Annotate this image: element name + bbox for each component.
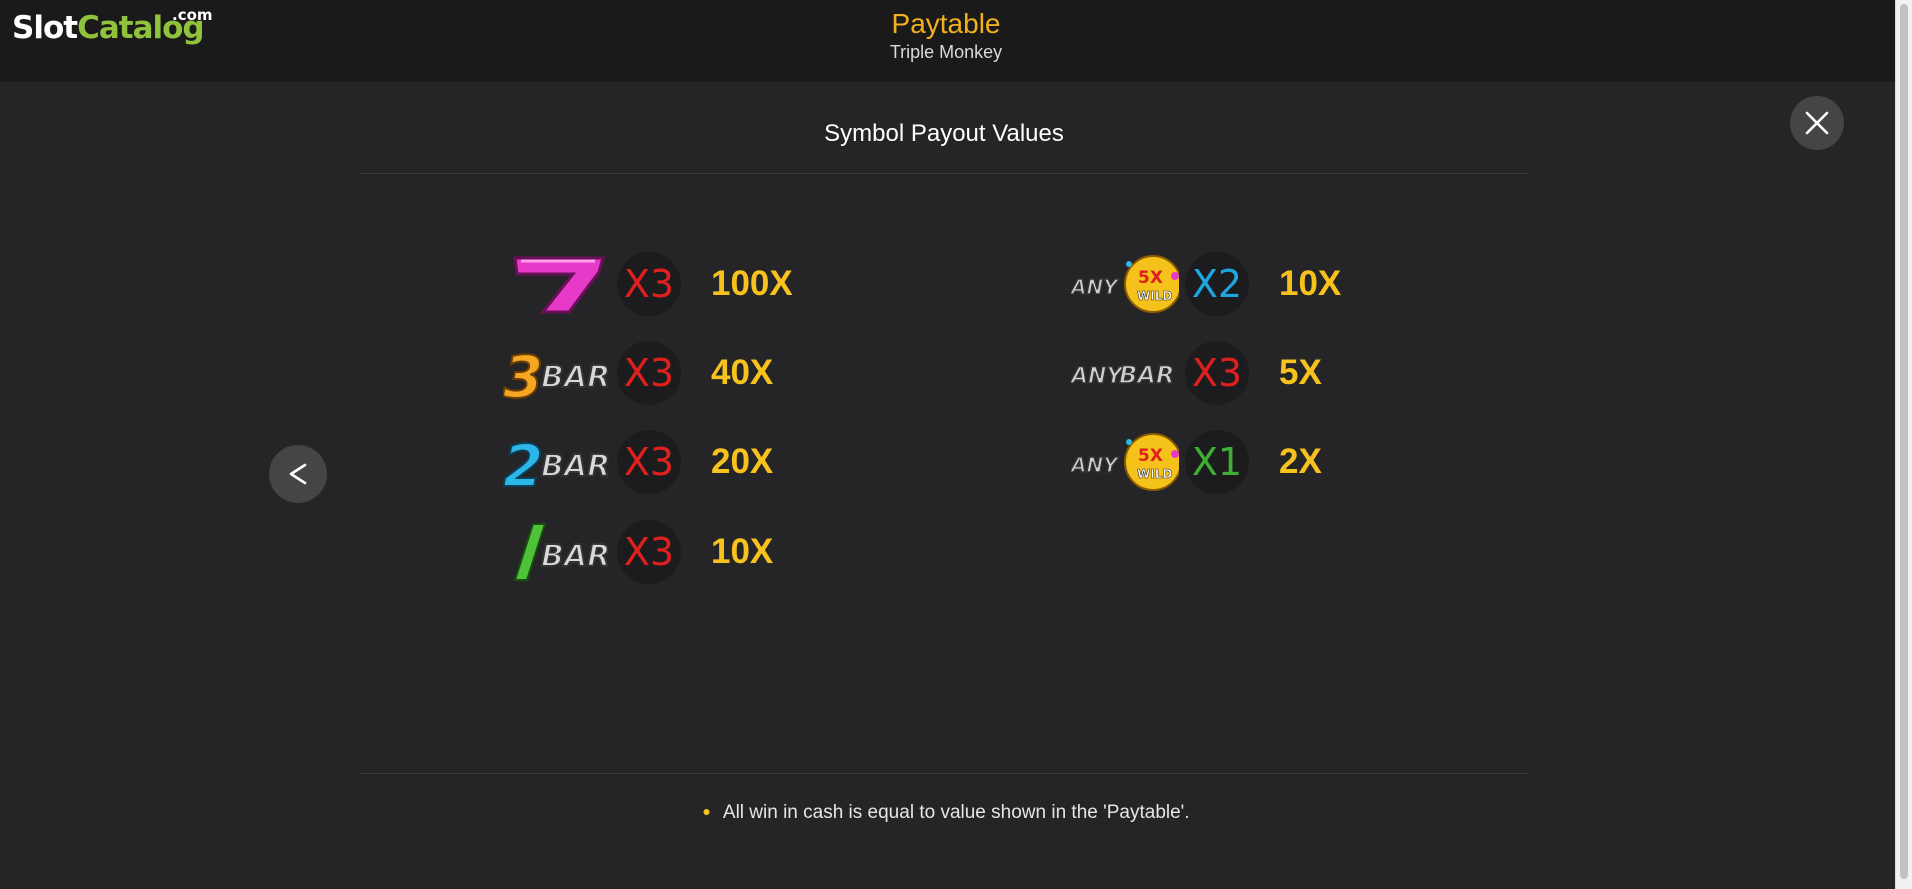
- multiplier-badge: X3: [617, 341, 681, 405]
- any-5x-wild-icon: ANY 5X WILD: [1068, 246, 1182, 322]
- previous-page-button[interactable]: [269, 445, 327, 503]
- 2bar-icon: 2 BAR: [502, 424, 611, 501]
- footnote-text: All win in cash is equal to value shown …: [722, 802, 1190, 823]
- any-5x-wild-icon: ANY 5X WILD: [1068, 424, 1182, 500]
- footnote: ● All win in cash is equal to value shown…: [0, 802, 1892, 824]
- divider-bottom: [360, 773, 1528, 774]
- svg-text:WILD: WILD: [1137, 289, 1172, 303]
- multiplier-badge: X3: [617, 252, 681, 316]
- payout-value: 40X: [711, 353, 774, 392]
- payout-value: 10X: [711, 532, 774, 571]
- payout-value: 20X: [711, 442, 774, 481]
- svg-text:ANY: ANY: [1071, 453, 1120, 477]
- top-bar: SlotCatalog .com Paytable Triple Monkey: [0, 0, 1896, 82]
- svg-text:WILD: WILD: [1137, 467, 1172, 481]
- bullet-icon: ●: [702, 803, 711, 819]
- section-title: Symbol Payout Values: [824, 120, 1064, 147]
- divider-top: [360, 173, 1528, 174]
- scrollbar-thumb[interactable]: [1900, 4, 1908, 879]
- multiplier-badge: X3: [617, 520, 681, 584]
- scrollbar[interactable]: [1895, 0, 1912, 889]
- seven-icon: [503, 246, 611, 322]
- bar-text: BAR: [541, 360, 610, 395]
- multiplier-badge: X1: [1185, 430, 1249, 494]
- 3bar-icon: 3 BAR: [502, 335, 611, 412]
- svg-text:BAR: BAR: [1119, 361, 1174, 389]
- multiplier-badge: X2: [1185, 252, 1249, 316]
- svg-text:ANY: ANY: [1071, 275, 1120, 299]
- game-name: Triple Monkey: [889, 42, 1003, 62]
- payout-value: 5X: [1279, 353, 1322, 392]
- multiplier-badge: X3: [617, 430, 681, 494]
- 1bar-icon: BAR: [503, 514, 611, 590]
- bar-text: BAR: [541, 539, 610, 574]
- close-icon: [1805, 111, 1829, 135]
- svg-text:3: 3: [503, 343, 543, 411]
- page-title: Paytable: [891, 8, 1001, 39]
- bar-text: BAR: [541, 449, 610, 484]
- payout-value: 10X: [1279, 264, 1342, 303]
- payout-value: 2X: [1279, 442, 1322, 481]
- chevron-left-icon: [289, 463, 307, 485]
- svg-text:ANY: ANY: [1071, 364, 1124, 389]
- payout-value: 100X: [711, 264, 793, 303]
- svg-text:2: 2: [503, 432, 543, 500]
- any-bar-icon: ANY BAR: [1068, 335, 1179, 411]
- multiplier-badge: X3: [1185, 341, 1249, 405]
- svg-text:5X: 5X: [1138, 446, 1163, 466]
- close-button[interactable]: [1790, 96, 1844, 150]
- svg-text:5X: 5X: [1138, 268, 1163, 288]
